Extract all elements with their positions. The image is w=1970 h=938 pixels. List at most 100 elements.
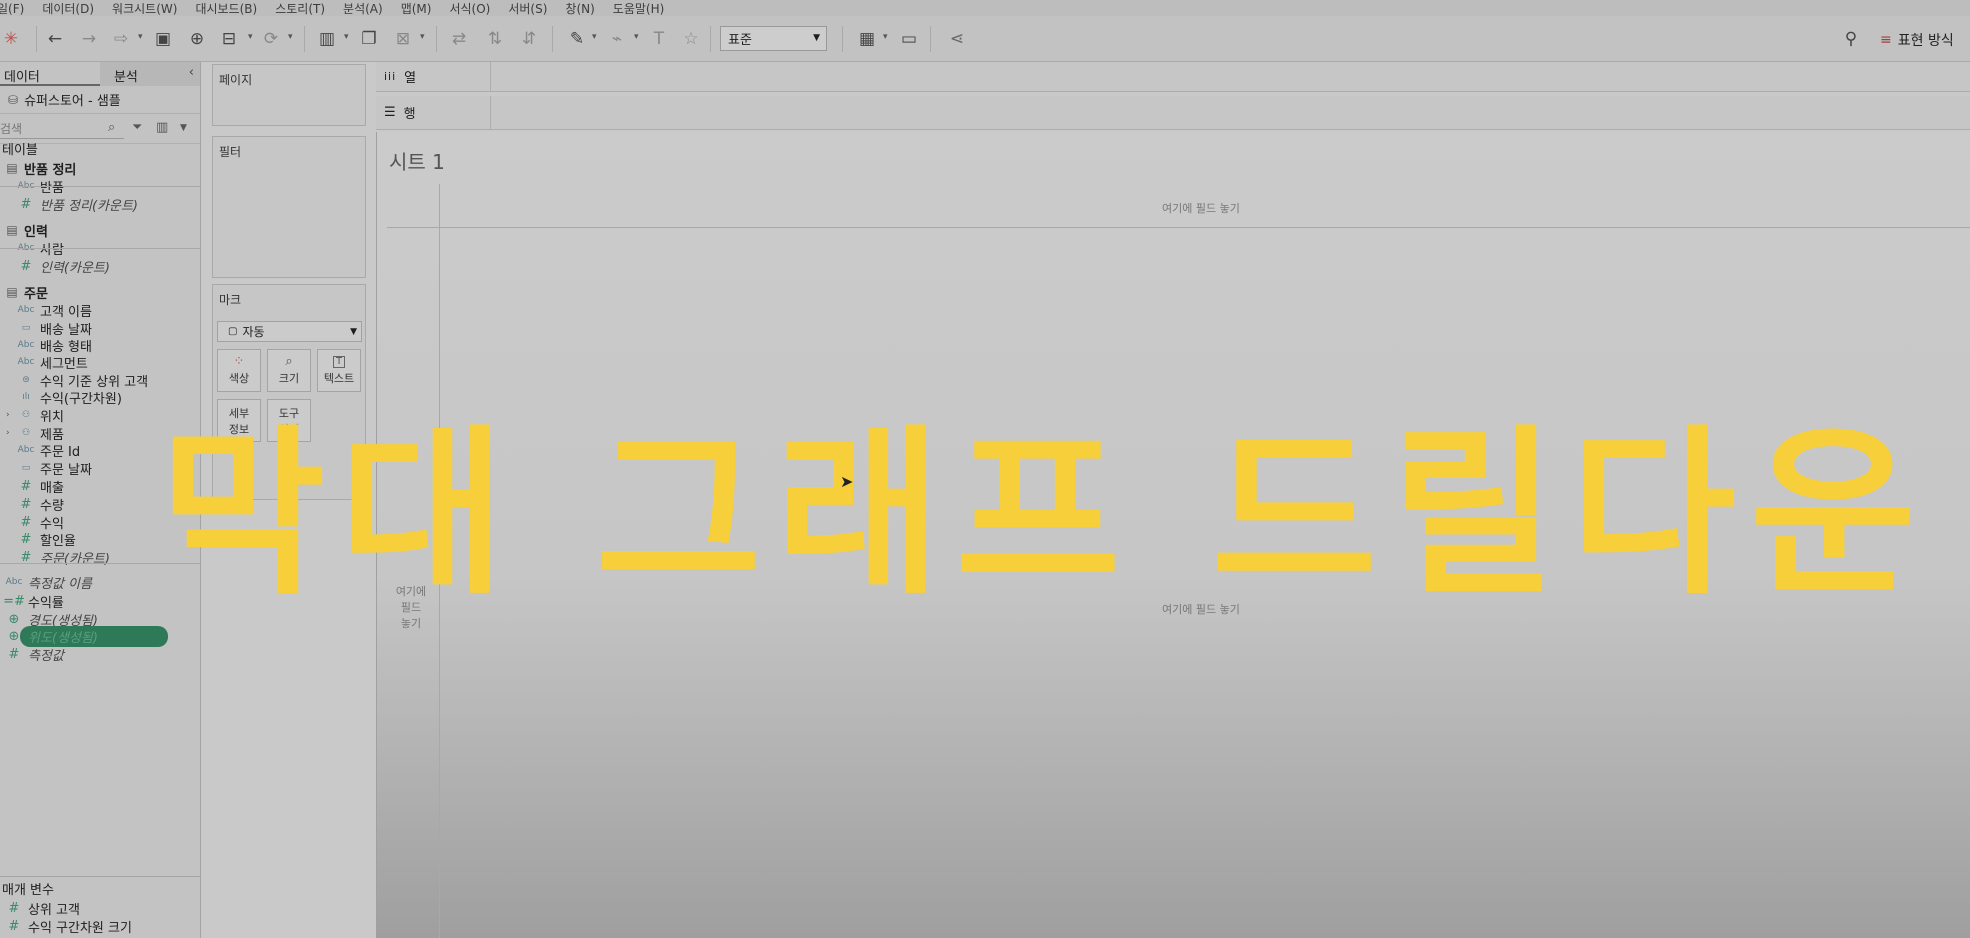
chevron-down-icon[interactable]: ▾	[420, 32, 425, 42]
size-button[interactable]: ⌕ 크기	[267, 349, 311, 392]
columns-drop-zone[interactable]: 여기에 필드 놓기	[1162, 200, 1240, 216]
undo-icon[interactable]: ←	[44, 28, 66, 50]
field-label: 할인율	[40, 533, 76, 549]
table-item[interactable]: ▤ 반품 정리	[0, 158, 200, 178]
refresh-icon[interactable]: ⟳	[260, 28, 282, 50]
parameter-item[interactable]: # 수익 구간차원 크기	[0, 916, 200, 936]
chevron-down-icon[interactable]: ▼	[180, 123, 187, 133]
search-input[interactable]	[0, 119, 124, 139]
field-label: 인력(카운트)	[40, 260, 110, 276]
group-members-icon[interactable]: ⌁	[606, 28, 628, 50]
chevron-down-icon[interactable]: ▾	[592, 32, 597, 42]
field-label: 주문 Id	[40, 444, 81, 460]
hier-field-icon: ⚇	[21, 410, 31, 420]
sort-ascending-icon[interactable]: ⇅	[484, 28, 506, 50]
fix-axes-icon[interactable]: ☆	[680, 28, 702, 50]
pages-card[interactable]: 페이지	[212, 64, 366, 126]
show-me-button[interactable]: ≡ 표현 방식	[1880, 30, 1954, 50]
columns-shelf[interactable]: iii 열	[376, 62, 1970, 92]
menu-item[interactable]: 도움말(H)	[604, 0, 674, 17]
save-icon[interactable]: ▣	[152, 28, 174, 50]
field-item[interactable]: ılı 수익(구간차원)	[0, 387, 200, 407]
tab-data[interactable]: 데이터	[0, 62, 100, 86]
tableau-logo-icon[interactable]: ✳	[0, 28, 22, 50]
filters-card[interactable]: 필터	[212, 136, 366, 278]
field-item[interactable]: Abc 고객 이름	[0, 300, 200, 320]
filter-icon[interactable]: ⏷	[132, 120, 142, 135]
database-icon: ⛁	[8, 92, 19, 107]
show-me-icon[interactable]: ▦	[856, 28, 878, 50]
measure-icon: #	[20, 478, 32, 494]
Abc-field-icon: Abc	[17, 357, 35, 367]
redo-icon[interactable]: →	[78, 28, 100, 50]
menu-item[interactable]: 분석(A)	[334, 0, 392, 17]
table-item[interactable]: ▤ 주문	[0, 282, 200, 302]
columns-icon: iii	[384, 70, 397, 83]
highlight-icon[interactable]: ✎	[566, 28, 588, 50]
expand-icon[interactable]: ›	[6, 428, 10, 438]
sort-descending-icon[interactable]: ⇵	[518, 28, 540, 50]
duplicate-sheet-icon[interactable]: ❐	[358, 28, 380, 50]
menu-item[interactable]: 스토리(T)	[266, 0, 334, 17]
presentation-label: 표현 방식	[1897, 33, 1954, 49]
rows-label: 행	[403, 107, 416, 122]
menu-item[interactable]: 일(F)	[0, 0, 33, 17]
rows-shelf[interactable]: ☰ 행	[376, 96, 1970, 130]
parameter-item[interactable]: # 상위 고객	[0, 898, 200, 918]
color-button[interactable]: ⁘ 색상	[217, 349, 261, 392]
toolbar-separator	[842, 26, 843, 52]
tab-analysis-label: 분석	[113, 70, 138, 85]
chevron-down-icon[interactable]: ▾	[344, 32, 349, 42]
menu-item[interactable]: 대시보드(B)	[186, 0, 266, 17]
tables-header: 테이블	[0, 138, 200, 158]
toolbar-separator	[710, 26, 711, 52]
chevron-down-icon[interactable]: ▾	[138, 32, 143, 42]
set-field-icon: ⊜	[22, 375, 30, 385]
pin-icon[interactable]: ⚲	[1840, 28, 1862, 50]
field-label: 수익(구간차원)	[40, 391, 122, 407]
menu-item[interactable]: 창(N)	[556, 0, 603, 17]
replay-icon[interactable]: ⇨	[110, 28, 132, 50]
chevron-down-icon[interactable]: ▾	[883, 32, 888, 42]
swap-rows-columns-icon[interactable]: ⇄	[448, 28, 470, 50]
show-mark-labels-icon[interactable]: T	[648, 28, 670, 50]
tables-header-label: 테이블	[2, 142, 38, 158]
pause-updates-icon[interactable]: ⊟	[218, 28, 240, 50]
measure-icon: #	[20, 196, 32, 212]
chevron-down-icon: ▼	[350, 327, 357, 337]
menu-item[interactable]: 서버(S)	[499, 0, 556, 17]
text-icon: T	[332, 355, 346, 368]
field-item[interactable]: ⊕ 위도(생성됨)	[0, 625, 200, 647]
chevron-down-icon[interactable]: ▾	[634, 32, 639, 42]
datasource-item[interactable]: ⛁ 슈퍼스토어 - 샘플	[0, 86, 200, 114]
chevron-down-icon[interactable]: ▾	[288, 32, 293, 42]
fit-select[interactable]: 표준 ▼	[720, 26, 827, 51]
mark-type-select[interactable]: ▢ 자동 ▼	[217, 321, 362, 342]
collapse-icon[interactable]: ‹	[189, 65, 194, 80]
Abc-field-icon: Abc	[5, 577, 23, 587]
table-item[interactable]: ▤ 인력	[0, 220, 200, 240]
search-icon[interactable]: ⌕	[108, 120, 115, 135]
field-item[interactable]: Abc 세그먼트	[0, 352, 200, 372]
chevron-down-icon[interactable]: ▾	[248, 32, 253, 42]
new-datasource-icon[interactable]: ⊕	[186, 28, 208, 50]
menu-item[interactable]: 데이터(D)	[33, 0, 103, 17]
measure-icon: #	[20, 514, 32, 530]
field-item[interactable]: # 측정값	[0, 644, 200, 664]
menu-item[interactable]: 맵(M)	[392, 0, 441, 17]
text-mark-icon: ▢	[228, 326, 238, 337]
view-toggle-icon[interactable]: ▥	[156, 120, 168, 135]
new-worksheet-icon[interactable]: ▥	[316, 28, 338, 50]
field-item[interactable]: # 반품 정리(카운트)	[0, 194, 200, 214]
clear-sheet-icon[interactable]: ⊠	[392, 28, 414, 50]
presentation-mode-icon[interactable]: ▭	[898, 28, 920, 50]
sheet-title[interactable]: 시트 1	[389, 146, 445, 175]
expand-icon[interactable]: ›	[6, 410, 10, 420]
menu-item[interactable]: 서식(O)	[440, 0, 499, 17]
filters-card-title: 필터	[219, 145, 242, 159]
tab-analysis[interactable]: 분석 ‹	[99, 62, 200, 86]
text-button[interactable]: T 텍스트	[317, 349, 361, 392]
menu-item[interactable]: 워크시트(W)	[103, 0, 186, 17]
share-icon[interactable]: ⋖	[946, 28, 968, 50]
field-item[interactable]: # 인력(카운트)	[0, 256, 200, 276]
